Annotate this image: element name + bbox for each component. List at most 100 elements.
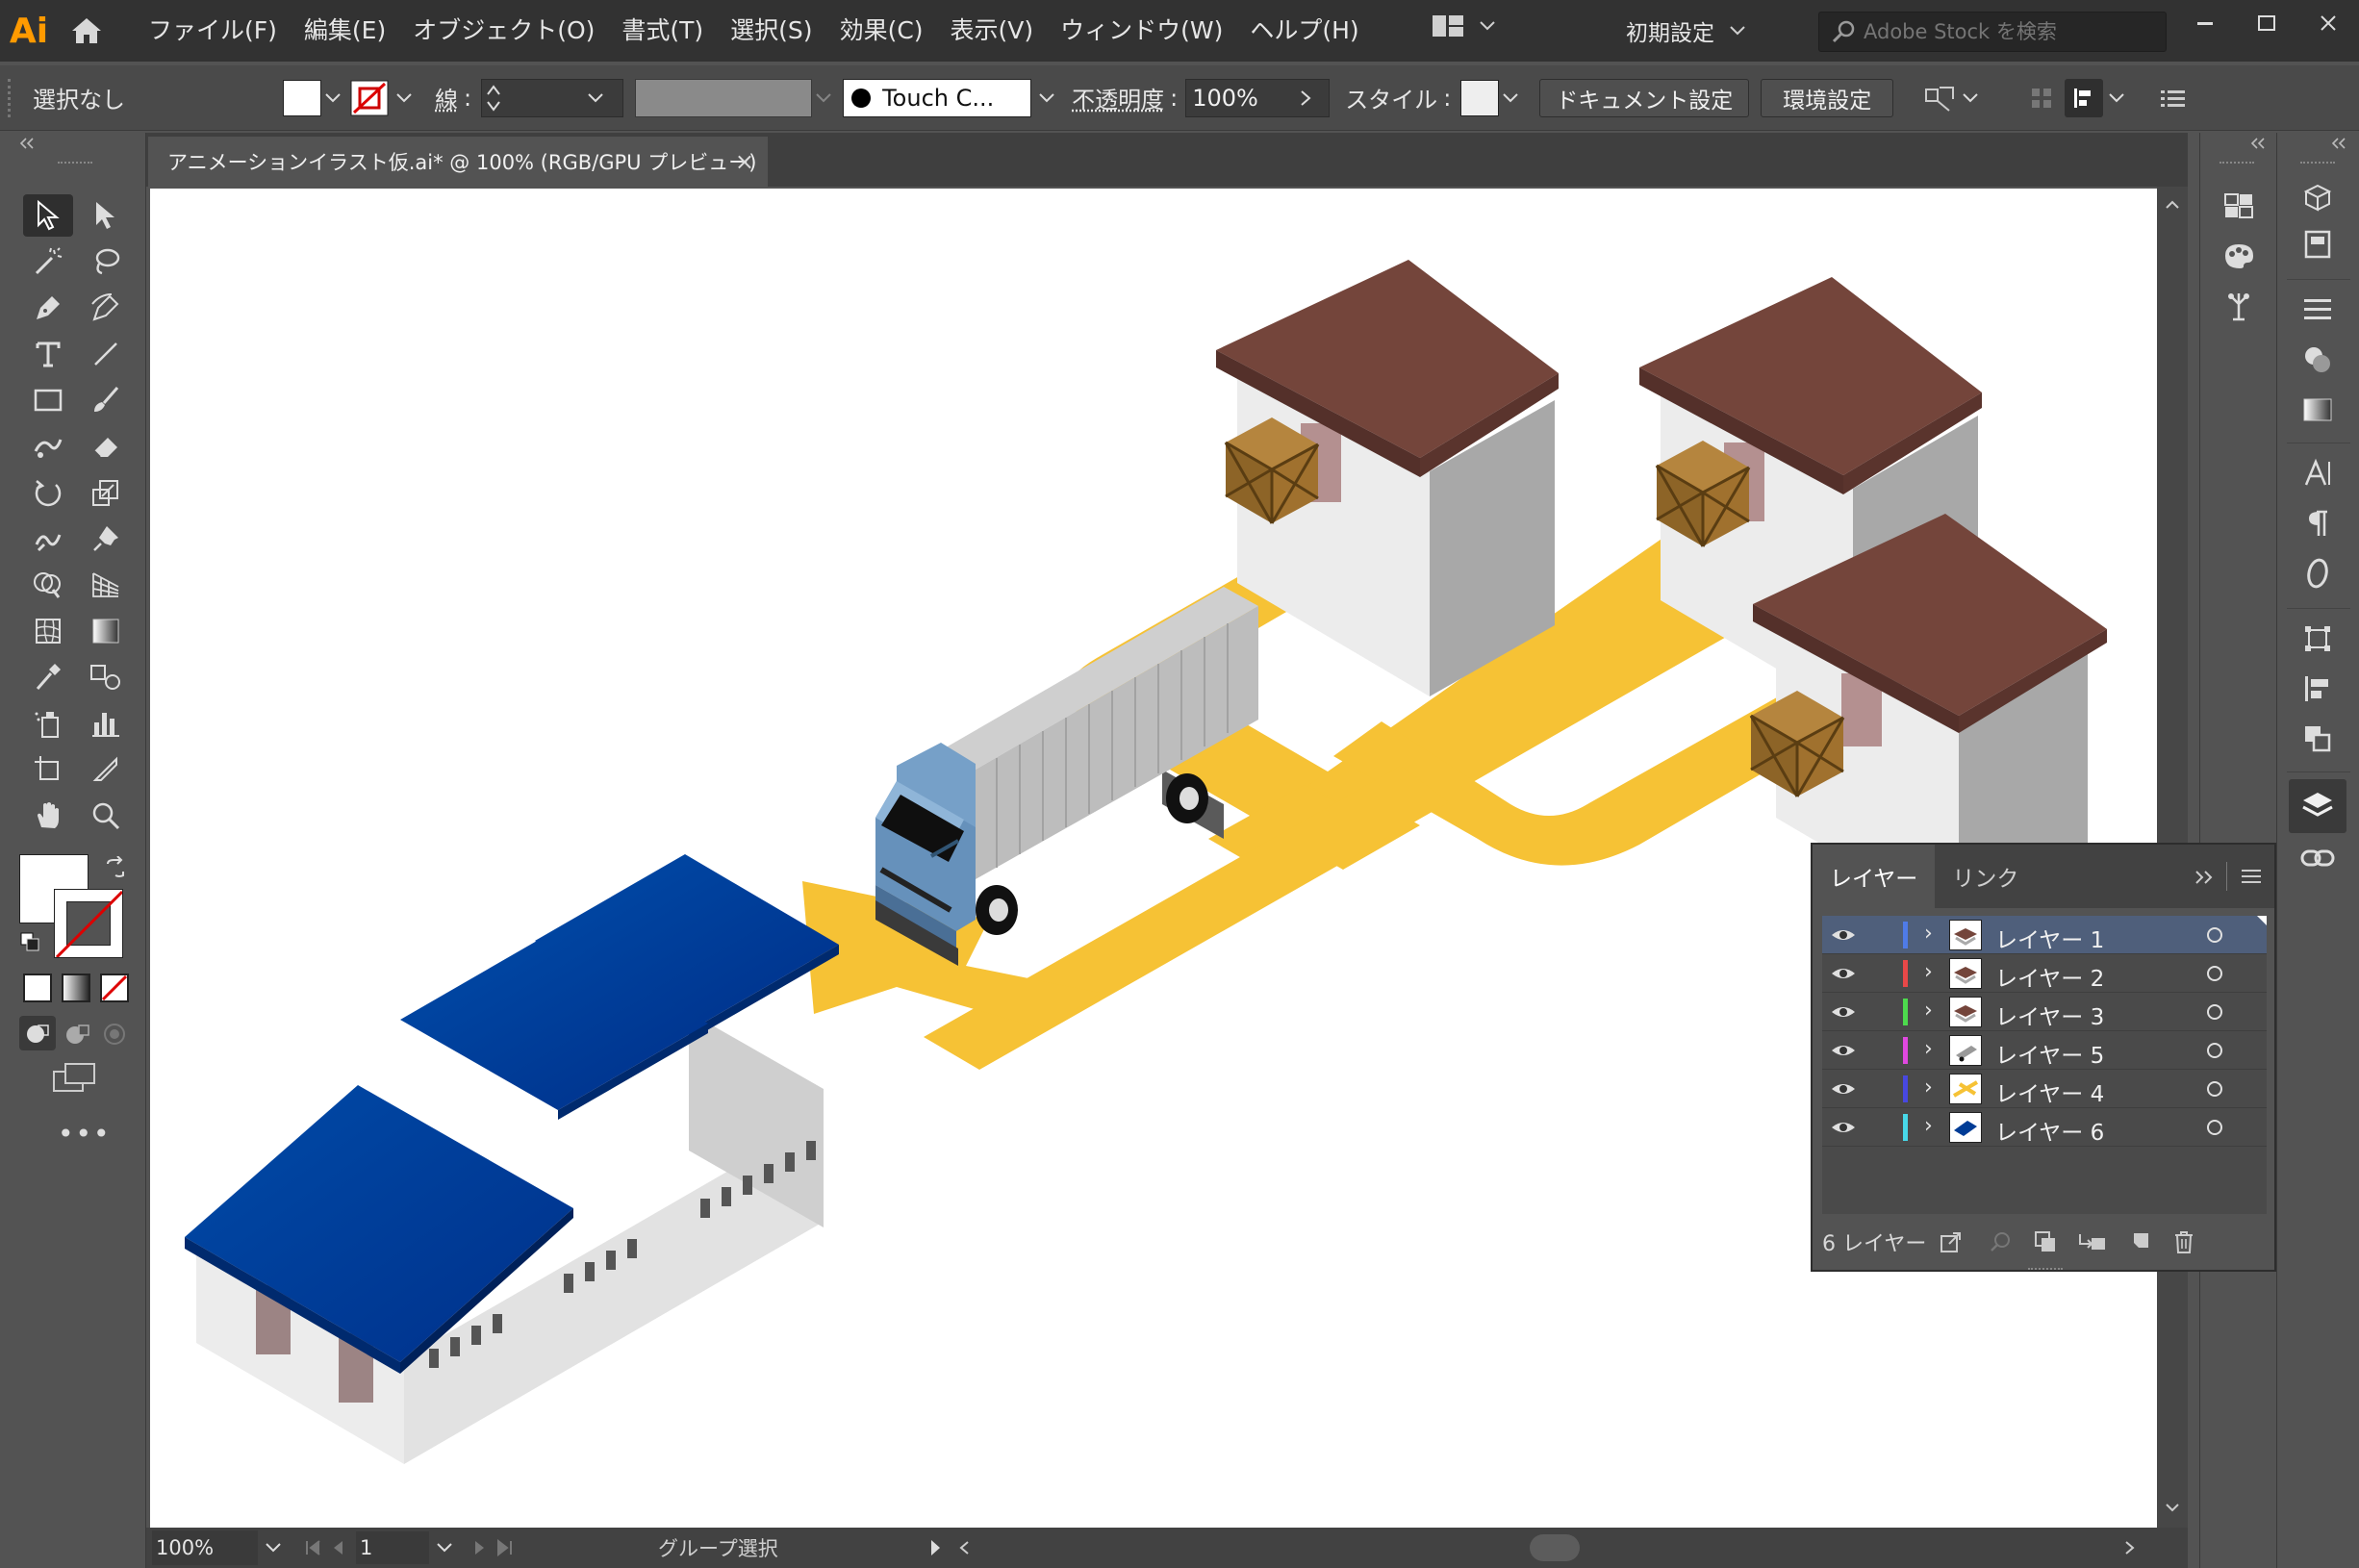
eye-icon[interactable] <box>1830 1077 1857 1100</box>
hand-tool[interactable] <box>23 795 73 837</box>
menu-file[interactable]: ファイル(F) <box>135 0 291 62</box>
status-menu-icon[interactable] <box>927 1538 943 1557</box>
locate-object-icon[interactable] <box>1990 1230 2013 1253</box>
opentype-panel-button[interactable] <box>2295 550 2341 596</box>
export-icon[interactable] <box>1940 1230 1963 1253</box>
workspace-preset-dropdown[interactable]: 初期設定 <box>1626 0 1745 62</box>
pen-tool[interactable] <box>23 287 73 329</box>
symbol-sprayer-tool[interactable] <box>23 702 73 745</box>
menu-effect[interactable]: 効果(C) <box>826 0 937 62</box>
direct-selection-tool[interactable] <box>81 194 131 237</box>
eye-icon[interactable] <box>1830 1000 1857 1024</box>
toolbar-grip[interactable] <box>58 162 92 167</box>
close-tab-icon[interactable]: × <box>735 148 754 175</box>
dock-grip[interactable] <box>2219 162 2254 164</box>
artboard-number-field[interactable]: 1 <box>356 1531 429 1564</box>
eye-icon[interactable] <box>1830 1116 1857 1139</box>
menu-select[interactable]: 選択(S) <box>717 0 825 62</box>
menu-window[interactable]: ウィンドウ(W) <box>1047 0 1236 62</box>
edit-toolbar-icon[interactable]: ••• <box>58 1118 112 1150</box>
collapse-panel-icon[interactable] <box>2194 870 2217 885</box>
tab-layers[interactable]: レイヤー <box>1813 845 1936 908</box>
gradient-mode-icon[interactable] <box>62 974 90 1002</box>
rotate-tool[interactable] <box>23 471 73 514</box>
document-tab[interactable]: アニメーションイラスト仮.ai* @ 100% (RGB/GPU プレビュー) … <box>148 137 768 187</box>
transparency-panel-button[interactable] <box>2295 337 2341 383</box>
puppet-warp-tool[interactable] <box>81 518 131 560</box>
shaper-tool[interactable] <box>23 425 73 468</box>
collapse-panel-icon[interactable] <box>2329 137 2348 150</box>
default-colors-icon[interactable] <box>19 931 40 952</box>
stock-search-input[interactable] <box>1864 20 2152 43</box>
swap-fill-stroke-icon[interactable] <box>104 856 127 879</box>
layer-target-circle[interactable] <box>2207 927 2222 943</box>
properties-panel-button[interactable] <box>2295 221 2341 267</box>
rectangle-tool[interactable] <box>23 379 73 421</box>
draw-behind-icon[interactable] <box>63 1020 92 1049</box>
layer-target-circle[interactable] <box>2207 1081 2222 1097</box>
scale-tool[interactable] <box>81 471 131 514</box>
color-mode-button[interactable] <box>23 974 52 1002</box>
lasso-tool[interactable] <box>81 240 131 283</box>
stroke-dropdown[interactable] <box>393 80 416 116</box>
brush-definition[interactable]: Touch C... <box>843 78 1032 117</box>
maximize-button[interactable] <box>2236 0 2297 46</box>
align-panel-button[interactable] <box>2065 78 2104 117</box>
trash-icon[interactable] <box>2172 1229 2195 1254</box>
paragraph-panel-button[interactable] <box>2295 500 2341 546</box>
libraries-panel-button[interactable] <box>2295 175 2341 221</box>
minimize-button[interactable] <box>2174 0 2236 46</box>
menu-edit[interactable]: 編集(E) <box>291 0 399 62</box>
paintbrush-tool[interactable] <box>81 379 131 421</box>
character-panel-button[interactable] <box>2295 450 2341 496</box>
panel-resize-grip[interactable] <box>2028 1268 2063 1270</box>
layer-row[interactable]: › レイヤー 3 <box>1822 993 2267 1031</box>
menu-object[interactable]: オブジェクト(O) <box>399 0 608 62</box>
eye-icon[interactable] <box>1830 923 1857 947</box>
menu-view[interactable]: 表示(V) <box>937 0 1048 62</box>
stroke-color-box[interactable] <box>54 889 123 958</box>
brush-dropdown[interactable] <box>1035 80 1058 116</box>
layer-row[interactable]: › レイヤー 4 <box>1822 1070 2267 1108</box>
eye-icon[interactable] <box>1830 962 1857 985</box>
draw-inside-icon[interactable] <box>100 1020 129 1049</box>
first-artboard-icon[interactable] <box>304 1539 323 1556</box>
zoom-field[interactable]: 100% <box>152 1530 258 1565</box>
draw-normal-button[interactable] <box>19 1016 56 1050</box>
layers-panel-button[interactable] <box>2289 779 2346 833</box>
layer-row[interactable]: › レイヤー 6 <box>1822 1108 2267 1147</box>
eraser-tool[interactable] <box>81 425 131 468</box>
zoom-tool[interactable] <box>81 795 131 837</box>
profile-dropdown[interactable] <box>812 80 835 116</box>
home-icon[interactable] <box>58 0 115 62</box>
last-artboard-icon[interactable] <box>495 1539 514 1556</box>
curvature-tool[interactable] <box>81 287 131 329</box>
arrange-documents-button[interactable] <box>1432 13 1495 38</box>
expand-layer-icon[interactable]: › <box>1924 1114 1933 1138</box>
preferences-button[interactable]: 環境設定 <box>1761 78 1894 117</box>
new-layer-icon[interactable] <box>2128 1230 2151 1253</box>
pathfinder-panel-button[interactable] <box>2295 716 2341 762</box>
eyedropper-tool[interactable] <box>23 656 73 698</box>
screen-mode-icon[interactable] <box>52 1062 96 1095</box>
magic-wand-tool[interactable] <box>23 240 73 283</box>
perspective-grid-tool[interactable] <box>81 564 131 606</box>
scroll-down-icon[interactable] <box>2157 1497 2188 1520</box>
gradient-panel-button[interactable] <box>2295 387 2341 433</box>
panel-menu-icon[interactable] <box>2161 88 2186 109</box>
variable-width-profile[interactable] <box>635 78 813 117</box>
new-sublayer-icon[interactable] <box>2078 1230 2107 1253</box>
expand-layer-icon[interactable]: › <box>1924 1037 1933 1061</box>
collapse-panel-icon[interactable] <box>17 137 37 150</box>
stroke-panel-button[interactable] <box>2295 287 2341 333</box>
previous-artboard-icon[interactable] <box>331 1539 346 1556</box>
layer-row[interactable]: › レイヤー 5 <box>1822 1031 2267 1070</box>
type-tool[interactable] <box>23 333 73 375</box>
opacity-field[interactable]: 100% <box>1185 78 1331 117</box>
mesh-tool[interactable] <box>23 610 73 652</box>
eye-icon[interactable] <box>1830 1039 1857 1062</box>
stroke-weight-field[interactable] <box>481 78 624 117</box>
line-segment-tool[interactable] <box>81 333 131 375</box>
fill-swatch[interactable] <box>283 79 321 116</box>
control-bar-grip[interactable] <box>8 78 23 117</box>
